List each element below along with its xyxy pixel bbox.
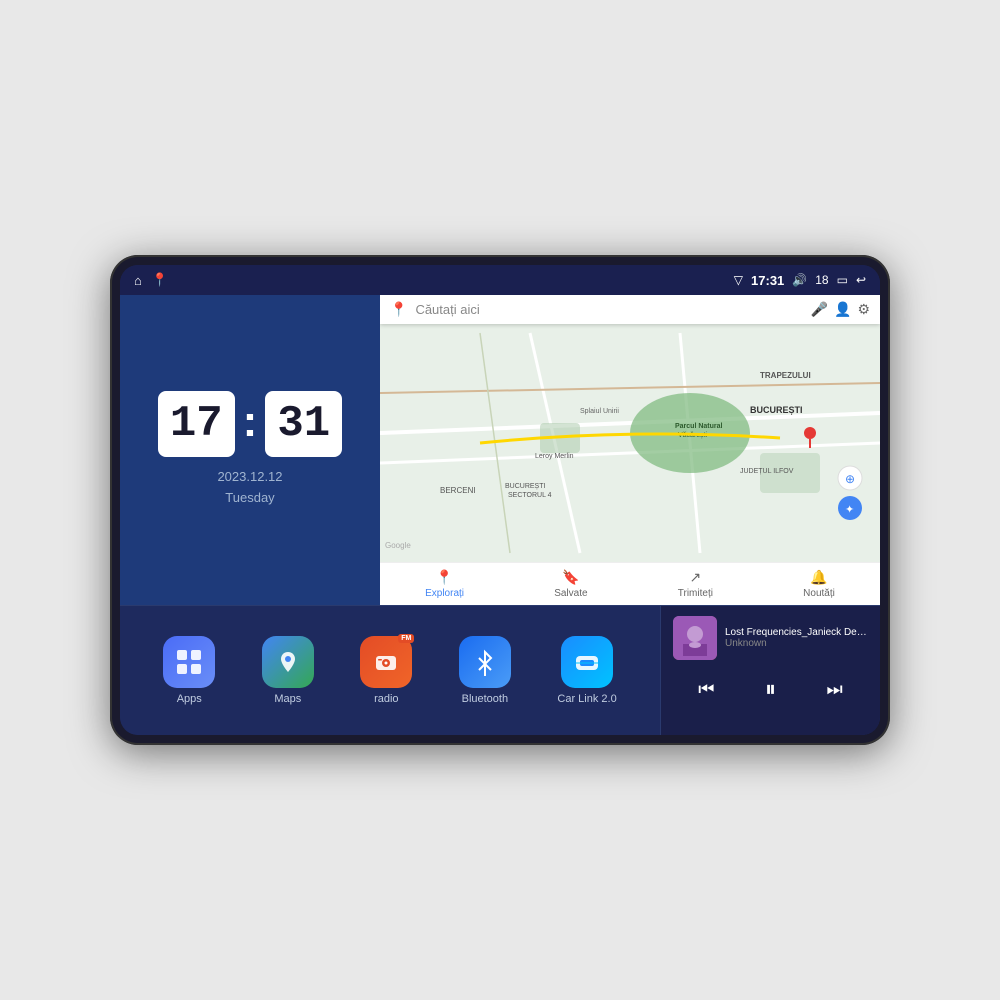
map-nav-saved[interactable]: 🔖 Salvate — [554, 569, 587, 599]
clock-date: 2023.12.12 Tuesday — [217, 467, 282, 509]
share-icon: ↗ — [689, 569, 701, 586]
back-icon[interactable]: ↩ — [856, 273, 866, 287]
status-time: 17:31 — [751, 273, 784, 288]
explore-icon: 📍 — [436, 569, 453, 586]
music-player: Lost Frequencies_Janieck Devy-... Unknow… — [660, 606, 880, 735]
music-text: Lost Frequencies_Janieck Devy-... Unknow… — [725, 627, 868, 649]
map-nav-share[interactable]: ↗ Trimiteți — [678, 569, 713, 599]
clock-widget: 17 : 31 2023.12.12 Tuesday — [120, 295, 380, 605]
svg-text:TRAPEZULUI: TRAPEZULUI — [760, 371, 811, 380]
battery-icon: ▭ — [837, 273, 848, 287]
mic-icon[interactable]: 🎤 — [811, 301, 828, 318]
clock-display: 17 : 31 — [158, 391, 342, 457]
home-icon[interactable]: ⌂ — [134, 273, 142, 288]
app-item-maps[interactable]: Maps — [262, 636, 314, 705]
app-item-radio[interactable]: FM radio — [360, 636, 412, 705]
maps-pin-icon[interactable]: 📍 — [152, 272, 168, 288]
status-right-info: ▽ 17:31 🔊 18 ▭ ↩ — [734, 273, 866, 288]
bottom-section: Apps Maps — [120, 605, 880, 735]
radio-icon-wrapper: FM — [360, 636, 412, 688]
svg-text:⊕: ⊕ — [845, 472, 855, 486]
maps-label: Maps — [274, 693, 301, 705]
svg-text:Splaiul Unirii: Splaiul Unirii — [580, 408, 619, 415]
maps-app-icon — [262, 636, 314, 688]
carlink-app-icon — [561, 636, 613, 688]
apps-label: Apps — [177, 693, 202, 705]
svg-text:JUDEȚUL ILFOV: JUDEȚUL ILFOV — [740, 468, 794, 475]
map-nav-news-label: Noutăți — [803, 588, 835, 599]
bluetooth-app-icon — [459, 636, 511, 688]
map-nav-saved-label: Salvate — [554, 588, 587, 599]
svg-text:Parcul Natural: Parcul Natural — [675, 423, 723, 430]
map-area[interactable]: Parcul Natural Văcărești TRAPEZULUI BUCU… — [380, 324, 880, 562]
map-logo-icon: 📍 — [390, 301, 407, 318]
radio-fm-badge: FM — [398, 634, 414, 643]
clock-minutes: 31 — [265, 391, 342, 457]
screen: ⌂ 📍 ▽ 17:31 🔊 18 ▭ ↩ 17 : — [120, 265, 880, 735]
map-nav-news[interactable]: 🔔 Noutăți — [803, 569, 835, 599]
account-icon[interactable]: 👤 — [834, 301, 851, 318]
car-head-unit: ⌂ 📍 ▽ 17:31 🔊 18 ▭ ↩ 17 : — [110, 255, 890, 745]
svg-text:BUCUREȘTI: BUCUREȘTI — [505, 483, 546, 490]
prev-button[interactable]: ⏮ — [688, 675, 724, 704]
apps-icon — [163, 636, 215, 688]
signal-icon: ▽ — [734, 273, 743, 287]
svg-text:Leroy Merlin: Leroy Merlin — [535, 453, 574, 460]
settings-icon[interactable]: ⚙ — [857, 301, 870, 318]
carlink-label: Car Link 2.0 — [557, 693, 616, 705]
map-nav-explore-label: Explorați — [425, 588, 464, 599]
svg-text:BERCENI: BERCENI — [440, 486, 476, 495]
svg-text:Google: Google — [385, 541, 411, 550]
map-search-actions: 🎤 👤 ⚙ — [811, 301, 870, 318]
map-widget: 📍 Căutați aici 🎤 👤 ⚙ — [380, 295, 880, 605]
clock-hours: 17 — [158, 391, 235, 457]
bluetooth-label: Bluetooth — [462, 693, 508, 705]
music-artist: Unknown — [725, 638, 868, 649]
map-bottom-bar: 📍 Explorați 🔖 Salvate ↗ Trimiteți 🔔 — [380, 562, 880, 605]
app-item-apps[interactable]: Apps — [163, 636, 215, 705]
main-content: 17 : 31 2023.12.12 Tuesday 📍 Căutați aic… — [120, 295, 880, 735]
clock-colon: : — [243, 397, 258, 447]
radio-app-icon — [360, 636, 412, 688]
play-pause-button[interactable]: ⏸ — [755, 672, 786, 706]
radio-label: radio — [374, 693, 398, 705]
svg-text:BUCUREȘTI: BUCUREȘTI — [750, 405, 803, 415]
svg-text:SECTORUL 4: SECTORUL 4 — [508, 492, 552, 499]
map-search-bar[interactable]: 📍 Căutați aici 🎤 👤 ⚙ — [380, 295, 880, 324]
next-button[interactable]: ⏭ — [817, 675, 853, 704]
top-section: 17 : 31 2023.12.12 Tuesday 📍 Căutați aic… — [120, 295, 880, 605]
status-left-icons: ⌂ 📍 — [134, 272, 168, 288]
volume-icon: 🔊 — [792, 273, 807, 287]
map-nav-explore[interactable]: 📍 Explorați — [425, 569, 464, 599]
apps-dock: Apps Maps — [120, 606, 660, 735]
music-controls: ⏮ ⏸ ⏭ — [673, 666, 868, 712]
map-nav-share-label: Trimiteți — [678, 588, 713, 599]
map-search-text[interactable]: Căutați aici — [415, 302, 802, 317]
volume-level: 18 — [815, 273, 828, 287]
bookmark-icon: 🔖 — [562, 569, 579, 586]
music-info: Lost Frequencies_Janieck Devy-... Unknow… — [673, 616, 868, 660]
bell-icon: 🔔 — [810, 569, 827, 586]
svg-text:✦: ✦ — [845, 504, 854, 516]
status-bar: ⌂ 📍 ▽ 17:31 🔊 18 ▭ ↩ — [120, 265, 880, 295]
music-thumbnail — [673, 616, 717, 660]
app-item-bluetooth[interactable]: Bluetooth — [459, 636, 511, 705]
app-item-carlink[interactable]: Car Link 2.0 — [557, 636, 616, 705]
music-title: Lost Frequencies_Janieck Devy-... — [725, 627, 868, 638]
